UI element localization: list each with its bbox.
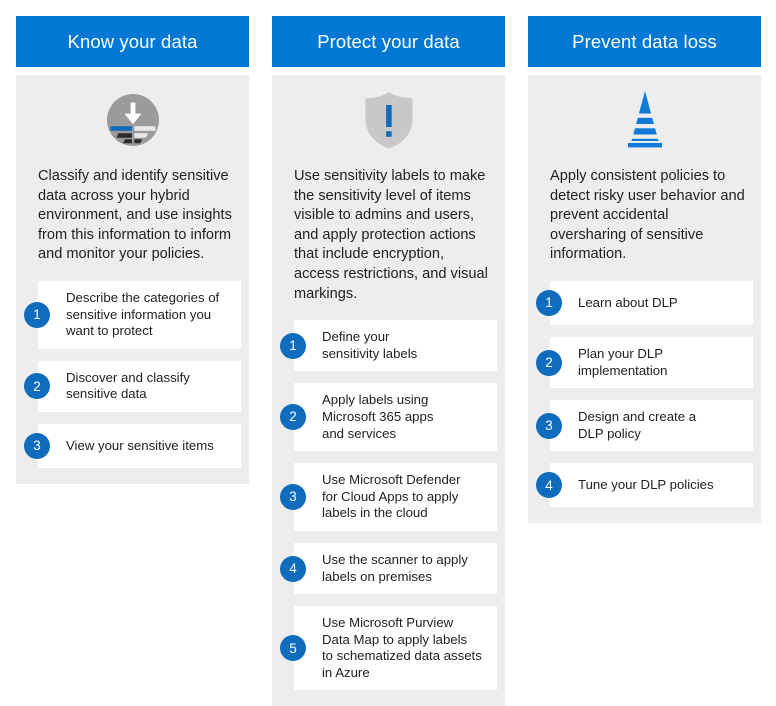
step-number-badge: 5 (280, 635, 306, 662)
information-protection-diagram: Know your data Classify and identify sen… (0, 0, 776, 706)
step-item[interactable]: 4 Tune your DLP policies (536, 463, 753, 508)
step-label: Describe the categories of sensitive inf… (66, 289, 220, 339)
step-number-badge: 4 (536, 472, 562, 499)
column-description: Classify and identify sensitive data acr… (38, 168, 232, 263)
step-number-badge: 4 (280, 555, 306, 582)
column-description: Apply consistent policies to detect risk… (550, 168, 745, 263)
step-item[interactable]: 1 Describe the categories of sensitive i… (24, 280, 241, 349)
step-label: Discover and classify sensitive data (66, 369, 190, 402)
step-item[interactable]: 2 Plan your DLP implementation (536, 336, 753, 389)
step-label: Tune your DLP policies (578, 477, 714, 493)
column-header-know-your-data: Know your data (16, 16, 249, 67)
step-item[interactable]: 3 Design and create a DLP policy (536, 400, 753, 452)
step-number-badge: 3 (280, 484, 306, 511)
step-item[interactable]: 2 Discover and classify sensitive data (24, 360, 241, 412)
column-header-prevent-data-loss: Prevent data loss (528, 16, 761, 67)
step-number-badge: 2 (536, 349, 562, 376)
step-label: Define your sensitivity labels (322, 329, 418, 361)
column-body-prevent-data-loss: Apply consistent policies to detect risk… (528, 75, 761, 524)
step-label: Learn about DLP (578, 294, 678, 310)
classify-data-icon (16, 75, 249, 161)
step-label: View your sensitive items (66, 437, 214, 453)
shield-exclamation-icon (272, 75, 505, 161)
column-title: Protect your data (317, 30, 460, 52)
step-list-protect-your-data: 1 Define your sensitivity labels 2 Apply… (272, 320, 505, 691)
step-number-badge: 3 (536, 412, 562, 439)
step-item[interactable]: 3 Use Microsoft Defender for Cloud Apps … (280, 463, 497, 531)
column-know-your-data: Know your data Classify and identify sen… (16, 16, 249, 484)
column-protect-your-data: Protect your data Use sensitivity labels… (272, 16, 505, 706)
column-description: Use sensitivity labels to make the sensi… (294, 168, 488, 302)
step-label: Use Microsoft Defender for Cloud Apps to… (322, 472, 461, 521)
column-title: Know your data (67, 30, 198, 52)
step-item[interactable]: 1 Learn about DLP (536, 280, 753, 325)
traffic-cone-icon (528, 75, 761, 161)
step-number-badge: 1 (280, 332, 306, 359)
column-header-protect-your-data: Protect your data (272, 16, 505, 67)
step-item[interactable]: 4 Use the scanner to apply labels on pre… (280, 542, 497, 595)
step-label: Apply labels using Microsoft 365 apps an… (322, 392, 434, 441)
step-label: Design and create a DLP policy (578, 409, 697, 441)
step-number-badge: 1 (24, 301, 50, 328)
step-number-badge: 3 (24, 432, 50, 459)
step-number-badge: 1 (536, 289, 562, 316)
column-prevent-data-loss: Prevent data loss Apply consistent polic… (528, 16, 761, 524)
step-label: Plan your DLP implementation (578, 345, 668, 378)
step-item[interactable]: 3 View your sensitive items (24, 423, 241, 468)
step-label: Use Microsoft Purview Data Map to apply … (322, 615, 482, 680)
column-title: Prevent data loss (572, 30, 717, 52)
step-number-badge: 2 (280, 404, 306, 431)
step-label: Use the scanner to apply labels on premi… (322, 551, 468, 584)
step-list-prevent-data-loss: 1 Learn about DLP 2 Plan your DLP implem… (528, 280, 761, 508)
step-item[interactable]: 2 Apply labels using Microsoft 365 apps … (280, 383, 497, 452)
step-item[interactable]: 1 Define your sensitivity labels (280, 320, 497, 372)
step-item[interactable]: 5 Use Microsoft Purview Data Map to appl… (280, 606, 497, 691)
column-body-know-your-data: Classify and identify sensitive data acr… (16, 75, 249, 484)
column-body-protect-your-data: Use sensitivity labels to make the sensi… (272, 75, 505, 706)
step-number-badge: 2 (24, 373, 50, 400)
step-list-know-your-data: 1 Describe the categories of sensitive i… (16, 280, 249, 468)
